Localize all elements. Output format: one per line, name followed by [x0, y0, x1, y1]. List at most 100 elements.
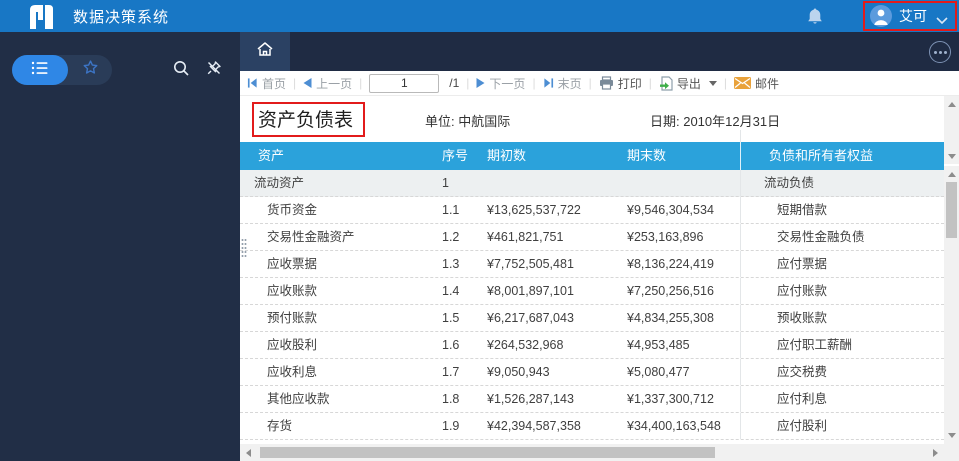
print-icon	[599, 76, 613, 90]
favorites-tab[interactable]	[68, 55, 112, 85]
cell-end-balance: ¥9,546,304,534	[627, 203, 714, 217]
app-window: 数据决策系统 艾可 首页 | 上一页 | 1 /1 | 下一页 | 末页 | 打…	[0, 0, 959, 461]
cell-begin-balance: ¥13,625,537,722	[487, 203, 581, 217]
pane-drag-grip[interactable]	[241, 238, 247, 260]
pin-off-icon[interactable]	[205, 59, 223, 77]
app-logo-icon	[28, 3, 55, 29]
first-page-icon	[247, 78, 257, 88]
tab-overflow-menu[interactable]	[929, 41, 951, 63]
cell-asset-name: 应收账款	[267, 284, 318, 298]
cell-liability-name: 交易性金融负债	[740, 224, 944, 250]
cell-liability-name: 应付账款	[740, 278, 944, 304]
table-row: 应收票据 1.3 ¥7,752,505,481 ¥8,136,224,419 应…	[240, 251, 944, 278]
cell-begin-balance: ¥42,394,587,358	[487, 419, 581, 433]
cell-end-balance: ¥4,953,485	[627, 338, 690, 352]
cell-serial-no: 1.3	[442, 257, 460, 271]
cell-asset-name: 应收利息	[267, 365, 318, 379]
scroll-right-arrow[interactable]	[929, 444, 942, 461]
directory-tab[interactable]	[12, 55, 68, 85]
table-row: 预付账款 1.5 ¥6,217,687,043 ¥4,834,255,308 预…	[240, 305, 944, 332]
star-icon	[82, 59, 99, 81]
last-page-icon	[543, 78, 553, 88]
table-row: 货币资金 1.1 ¥13,625,537,722 ¥9,546,304,534 …	[240, 197, 944, 224]
scrollbar-corner	[944, 444, 959, 461]
cell-liability-name: 应付票据	[740, 251, 944, 277]
scroll-up-arrow[interactable]	[944, 98, 959, 111]
report-title-annotation: 资产负债表	[252, 102, 366, 137]
tab-bar	[240, 32, 959, 71]
user-menu[interactable]: 艾可	[863, 1, 957, 31]
chevron-down-icon	[936, 12, 948, 25]
table-row: 应收利息 1.7 ¥9,050,943 ¥5,080,477 应交税费	[240, 359, 944, 386]
scroll-left-arrow[interactable]	[242, 444, 255, 461]
vertical-scroll-thumb[interactable]	[946, 182, 957, 238]
scroll-down-arrow[interactable]	[944, 150, 959, 163]
ellipsis-dot	[938, 50, 942, 54]
horizontal-scroll-thumb[interactable]	[260, 447, 715, 458]
list-icon	[31, 61, 49, 80]
cell-asset-name: 其他应收款	[267, 392, 330, 406]
table-scroll-up-arrow[interactable]	[944, 168, 959, 181]
export-icon	[659, 75, 673, 91]
table-row: 流动资产 1 流动负债	[240, 170, 944, 197]
cell-serial-no: 1.5	[442, 311, 460, 325]
cell-end-balance: ¥4,834,255,308	[627, 311, 714, 325]
next-page-button[interactable]: 下一页	[476, 75, 525, 92]
column-header-begin: 期初数	[487, 148, 527, 163]
cell-serial-no: 1.4	[442, 284, 460, 298]
page-number-input[interactable]	[369, 73, 440, 93]
cell-end-balance: ¥5,080,477	[627, 365, 690, 379]
cell-asset-name: 存货	[267, 419, 293, 433]
table-row: 存货 1.9 ¥42,394,587,358 ¥34,400,163,548 应…	[240, 413, 944, 440]
ellipsis-dot	[943, 50, 947, 54]
mail-icon	[733, 77, 751, 89]
cell-asset-name: 货币资金	[267, 203, 318, 217]
sidebar	[0, 32, 240, 461]
cell-end-balance: ¥8,136,224,419	[627, 257, 714, 271]
cell-serial-no: 1.9	[442, 419, 460, 433]
last-page-button[interactable]: 末页	[543, 75, 582, 92]
cell-liability-name: 应交税费	[740, 359, 944, 385]
cell-serial-no: 1	[442, 176, 449, 190]
report-unit: 单位: 中航国际	[425, 114, 511, 129]
table-scroll-down-arrow[interactable]	[944, 429, 959, 442]
sidebar-view-toggle	[12, 55, 112, 85]
next-page-icon	[476, 78, 485, 88]
cell-asset-name: 流动资产	[254, 176, 305, 190]
home-icon	[256, 41, 274, 62]
prev-page-button[interactable]: 上一页	[303, 75, 352, 92]
search-icon[interactable]	[172, 59, 190, 77]
app-title: 数据决策系统	[73, 8, 170, 26]
cell-end-balance: ¥34,400,163,548	[627, 419, 721, 433]
mail-button[interactable]: 邮件	[733, 75, 779, 92]
cell-begin-balance: ¥461,821,751	[487, 230, 564, 244]
horizontal-scrollbar[interactable]	[240, 444, 944, 461]
first-page-button[interactable]: 首页	[247, 75, 286, 92]
export-dropdown-caret[interactable]	[708, 80, 717, 86]
report-date: 日期: 2010年12月31日	[650, 114, 781, 129]
notification-bell-icon[interactable]	[807, 7, 823, 25]
user-name: 艾可	[899, 8, 927, 24]
export-button[interactable]: 导出	[659, 75, 717, 92]
cell-asset-name: 应收票据	[267, 257, 318, 271]
cell-end-balance	[627, 170, 740, 196]
cell-liability-name: 流动负债	[740, 170, 944, 196]
cell-liability-name: 短期借款	[740, 197, 944, 223]
cell-begin-balance	[487, 170, 627, 196]
sidebar-tools	[172, 59, 223, 77]
column-header-assets: 资产	[258, 148, 285, 163]
cell-end-balance: ¥1,337,300,712	[627, 392, 714, 406]
report-title: 资产负债表	[258, 110, 354, 131]
cell-serial-no: 1.2	[442, 230, 460, 244]
avatar-icon	[870, 5, 892, 27]
cell-end-balance: ¥253,163,896	[627, 230, 704, 244]
print-button[interactable]: 打印	[599, 75, 642, 92]
table-body: 流动资产 1 流动负债 货币资金 1.1 ¥13,625,537,722 ¥9,…	[240, 170, 944, 444]
cell-begin-balance: ¥264,532,968	[487, 338, 564, 352]
page-total: /1	[449, 76, 460, 90]
cell-serial-no: 1.8	[442, 392, 460, 406]
report-header: 资产负债表 单位: 中航国际 日期: 2010年12月31日	[240, 96, 944, 142]
tab-home[interactable]	[240, 32, 290, 71]
table-row: 应收股利 1.6 ¥264,532,968 ¥4,953,485 应付职工薪酬	[240, 332, 944, 359]
vertical-scrollbar[interactable]	[944, 96, 959, 444]
